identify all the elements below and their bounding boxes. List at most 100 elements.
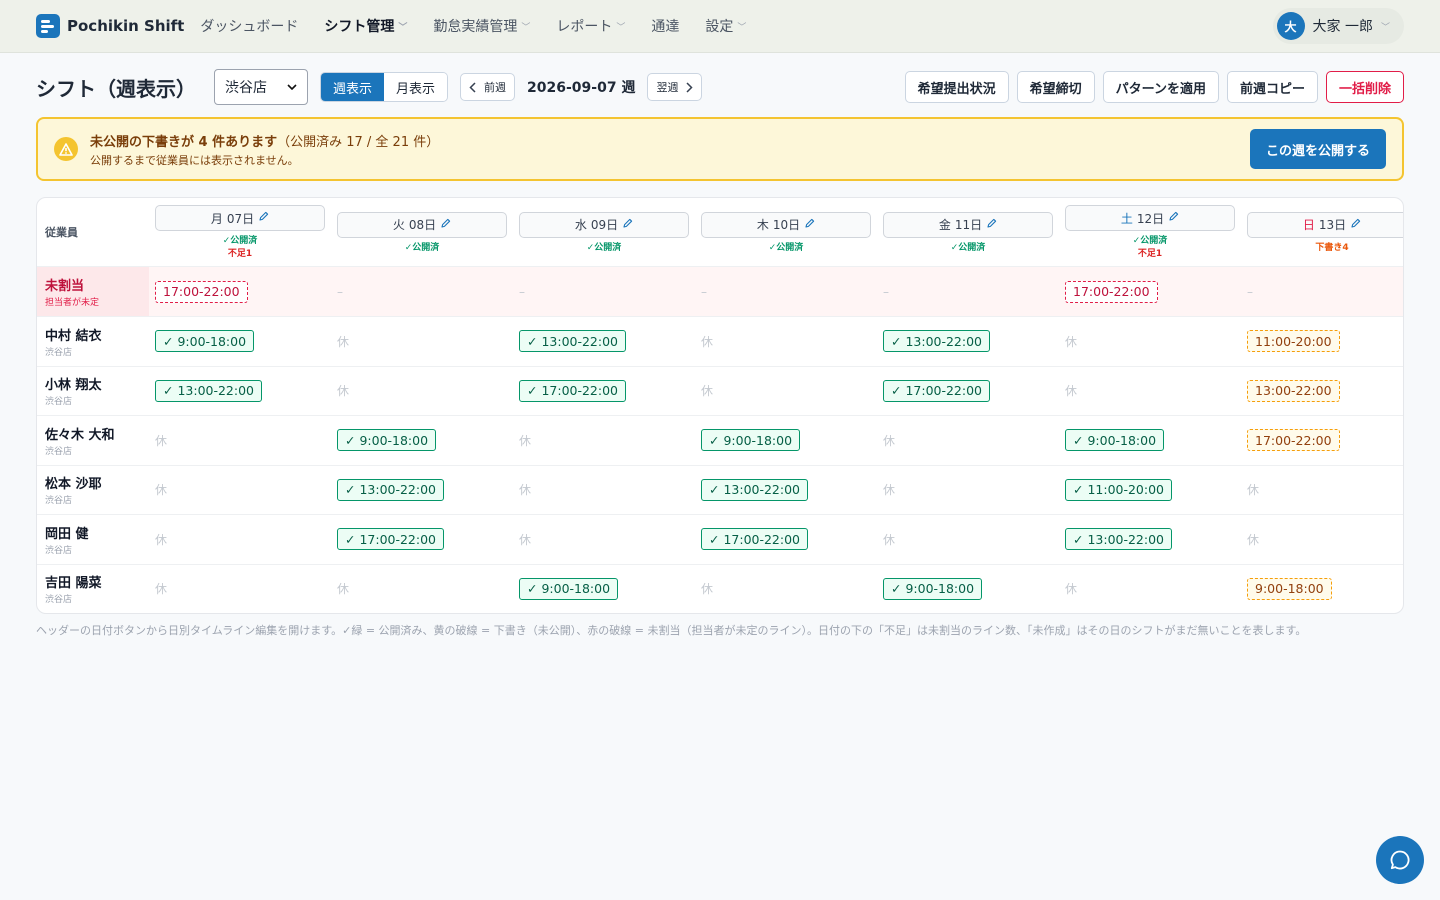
shift-cell[interactable]: – (695, 267, 877, 316)
draft-shift-pill[interactable]: 17:00-22:00 (1247, 429, 1340, 452)
shift-cell[interactable]: 13:00-22:00 (1241, 367, 1403, 416)
published-shift-pill[interactable]: ✓ 9:00-18:00 (701, 429, 801, 452)
shift-cell[interactable]: ✓ 9:00-18:00 (331, 416, 513, 465)
shift-cell[interactable]: 休 (695, 565, 877, 614)
published-shift-pill[interactable]: ✓ 13:00-22:00 (337, 478, 445, 501)
published-shift-pill[interactable]: ✓ 17:00-22:00 (337, 528, 445, 551)
shift-cell[interactable]: 休 (149, 565, 331, 614)
nav-item[interactable]: レポート ﹀ (556, 16, 625, 36)
shift-cell[interactable]: 休 (1059, 565, 1241, 614)
shift-cell[interactable]: 休 (149, 515, 331, 564)
employee-cell[interactable]: 吉田 陽菜 渋谷店 (37, 565, 149, 614)
shift-cell[interactable]: 休 (149, 466, 331, 515)
chat-button[interactable] (1376, 836, 1424, 884)
copy-prev-week-button[interactable]: 前週コピー (1226, 71, 1318, 103)
published-shift-pill[interactable]: ✓ 11:00-20:00 (1065, 478, 1173, 501)
shift-cell[interactable]: 休 (1059, 317, 1241, 366)
draft-shift-pill[interactable]: 11:00-20:00 (1247, 330, 1340, 353)
shift-cell[interactable]: ✓ 17:00-22:00 (695, 515, 877, 564)
draft-shift-pill[interactable]: 13:00-22:00 (1247, 379, 1340, 402)
day-timeline-button[interactable]: 火 08日 (337, 211, 507, 238)
published-shift-pill[interactable]: ✓ 13:00-22:00 (155, 379, 263, 402)
nav-item[interactable]: シフト管理 ﹀ (324, 16, 407, 36)
shift-cell[interactable]: 休 (877, 515, 1059, 564)
published-shift-pill[interactable]: ✓ 13:00-22:00 (883, 330, 991, 353)
day-timeline-button[interactable]: 金 11日 (883, 211, 1053, 238)
shift-cell[interactable]: 休 (513, 416, 695, 465)
published-shift-pill[interactable]: ✓ 17:00-22:00 (519, 379, 627, 402)
shift-cell[interactable]: 休 (877, 466, 1059, 515)
shift-cell[interactable]: 休 (695, 367, 877, 416)
shift-cell[interactable]: 17:00-22:00 (1059, 267, 1241, 316)
prev-week-button[interactable]: 前週 (460, 73, 516, 101)
nav-item[interactable]: 通達 (651, 16, 679, 36)
shift-cell[interactable]: ✓ 9:00-18:00 (1059, 416, 1241, 465)
employee-cell[interactable]: 中村 結衣 渋谷店 (37, 317, 149, 366)
draft-shift-pill[interactable]: 9:00-18:00 (1247, 577, 1332, 600)
nav-item[interactable]: 勤怠実績管理 ﹀ (433, 16, 530, 36)
bulk-delete-button[interactable]: 一括削除 (1325, 71, 1404, 103)
shift-cell[interactable]: 休 (1241, 466, 1403, 515)
shift-cell[interactable]: – (331, 267, 513, 316)
shift-cell[interactable]: ✓ 13:00-22:00 (695, 466, 877, 515)
published-shift-pill[interactable]: ✓ 9:00-18:00 (337, 429, 437, 452)
next-week-button[interactable]: 翌週 (647, 73, 703, 101)
shift-cell[interactable]: 休 (1241, 515, 1403, 564)
shift-cell[interactable]: ✓ 13:00-22:00 (149, 367, 331, 416)
publish-week-button[interactable]: この週を公開する (1249, 129, 1386, 169)
shift-cell[interactable]: 17:00-22:00 (149, 267, 331, 316)
shift-cell[interactable]: 休 (331, 317, 513, 366)
shift-cell[interactable]: 休 (331, 565, 513, 614)
shift-cell[interactable]: ✓ 9:00-18:00 (149, 317, 331, 366)
shift-cell[interactable]: ✓ 9:00-18:00 (513, 565, 695, 614)
shift-cell[interactable]: ✓ 17:00-22:00 (877, 367, 1059, 416)
apply-pattern-button[interactable]: パターンを適用 (1102, 71, 1219, 103)
published-shift-pill[interactable]: ✓ 17:00-22:00 (701, 528, 809, 551)
request-status-button[interactable]: 希望提出状況 (904, 71, 1009, 103)
day-timeline-button[interactable]: 土 12日 (1065, 205, 1235, 231)
day-timeline-button[interactable]: 日 13日 (1247, 211, 1403, 238)
shift-cell[interactable]: – (877, 267, 1059, 316)
shift-cell[interactable]: ✓ 17:00-22:00 (331, 515, 513, 564)
brand-logo[interactable]: Pochikin Shift (36, 14, 184, 38)
nav-item[interactable]: 設定 ﹀ (705, 16, 746, 36)
day-timeline-button[interactable]: 木 10日 (701, 211, 871, 238)
shift-cell[interactable]: 11:00-20:00 (1241, 317, 1403, 366)
request-deadline-button[interactable]: 希望締切 (1016, 71, 1095, 103)
shift-cell[interactable]: 休 (149, 416, 331, 465)
shift-cell[interactable]: 休 (695, 317, 877, 366)
employee-cell[interactable]: 岡田 健渋谷店 (37, 515, 149, 564)
employee-cell[interactable]: 小林 翔太 渋谷店 (37, 367, 149, 416)
published-shift-pill[interactable]: ✓ 13:00-22:00 (1065, 528, 1173, 551)
shift-cell[interactable]: ✓ 13:00-22:00 (1059, 515, 1241, 564)
shift-cell[interactable]: 17:00-22:00 (1241, 416, 1403, 465)
shift-cell[interactable]: 休 (331, 367, 513, 416)
shift-cell[interactable]: ✓ 13:00-22:00 (513, 317, 695, 366)
day-timeline-button[interactable]: 月 07日 (155, 205, 325, 231)
shift-cell[interactable]: ✓ 9:00-18:00 (695, 416, 877, 465)
published-shift-pill[interactable]: ✓ 13:00-22:00 (701, 478, 809, 501)
shift-cell[interactable]: ✓ 13:00-22:00 (331, 466, 513, 515)
user-menu[interactable]: 大 大家 一郎 ﹀ (1272, 8, 1404, 44)
shift-cell[interactable]: 9:00-18:00 (1241, 565, 1403, 614)
employee-cell[interactable]: 佐々木 大和 渋谷店 (37, 416, 149, 465)
published-shift-pill[interactable]: ✓ 9:00-18:00 (883, 577, 983, 600)
shift-cell[interactable]: ✓ 9:00-18:00 (877, 565, 1059, 614)
shift-cell[interactable]: 休 (513, 466, 695, 515)
shift-cell[interactable]: ✓ 11:00-20:00 (1059, 466, 1241, 515)
published-shift-pill[interactable]: ✓ 9:00-18:00 (1065, 429, 1165, 452)
published-shift-pill[interactable]: ✓ 17:00-22:00 (883, 379, 991, 402)
shift-cell[interactable]: – (513, 267, 695, 316)
shift-cell[interactable]: – (1241, 267, 1403, 316)
shift-cell[interactable]: ✓ 13:00-22:00 (877, 317, 1059, 366)
shift-cell[interactable]: 休 (877, 416, 1059, 465)
shift-cell[interactable]: 休 (513, 515, 695, 564)
unassigned-shift-pill[interactable]: 17:00-22:00 (1065, 280, 1158, 303)
month-view-button[interactable]: 月表示 (384, 73, 448, 101)
employee-cell[interactable]: 松本 沙耶 渋谷店 (37, 466, 149, 515)
day-timeline-button[interactable]: 水 09日 (519, 211, 689, 238)
published-shift-pill[interactable]: ✓ 13:00-22:00 (519, 330, 627, 353)
published-shift-pill[interactable]: ✓ 9:00-18:00 (519, 577, 619, 600)
shift-cell[interactable]: ✓ 17:00-22:00 (513, 367, 695, 416)
store-select[interactable]: 渋谷店 (214, 69, 308, 105)
